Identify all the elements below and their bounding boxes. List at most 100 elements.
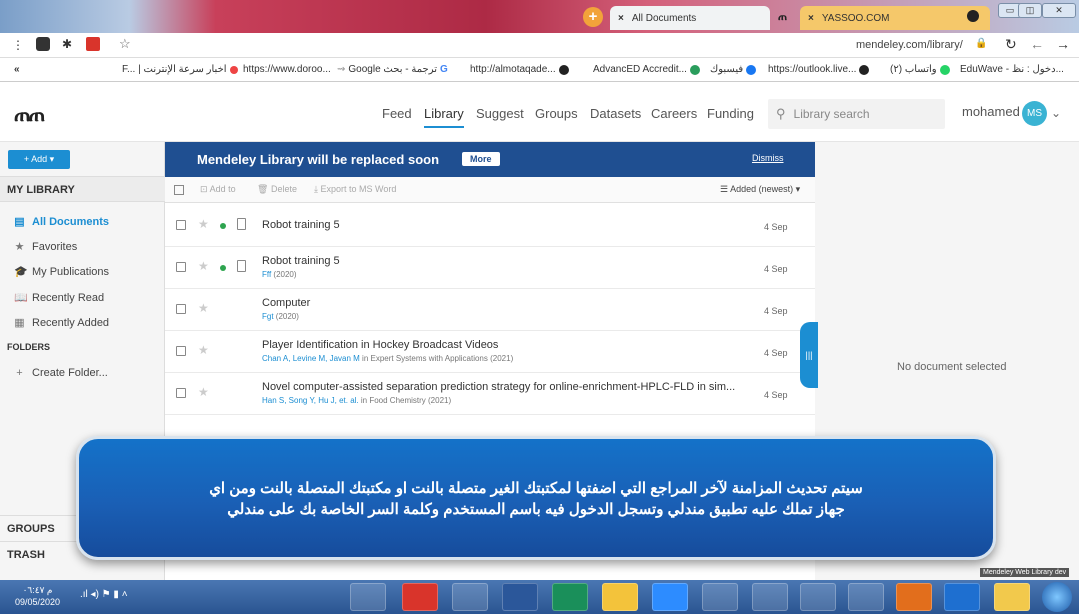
lock-icon[interactable]: 🔒 <box>975 38 987 49</box>
bookmark-item[interactable]: EduWave - دخول : نظ... <box>960 64 1064 75</box>
nav-library[interactable]: Library <box>424 106 464 128</box>
nav-careers[interactable]: Careers <box>651 106 697 121</box>
table-row[interactable]: ★ Robot training 5 Fff (2020) 4 Sep <box>165 247 815 289</box>
tab-yassoo[interactable]: × YASSOO.COM <box>800 6 990 30</box>
document-authors: Chan A, Levine M, Javan M in Expert Syst… <box>262 354 514 363</box>
document-date: 4 Sep <box>764 306 788 316</box>
app-icon[interactable] <box>452 583 488 611</box>
close-tab-icon[interactable]: × <box>808 13 814 24</box>
puzzle-icon[interactable]: ✱ <box>62 37 72 51</box>
file-explorer-icon[interactable] <box>994 583 1030 611</box>
document-date: 4 Sep <box>764 390 788 400</box>
app-header: ጠጠ Feed Library Suggest Groups Datasets … <box>0 82 1079 142</box>
chevron-down-icon[interactable]: ⌄ <box>1051 106 1061 120</box>
bookmark-item[interactable]: (٢) واتساب <box>890 64 950 75</box>
tab-all-documents[interactable]: × All Documents <box>610 6 770 30</box>
dismiss-link[interactable]: Dismiss <box>752 153 784 163</box>
row-checkbox[interactable] <box>176 346 186 356</box>
delete-button[interactable]: 🗑 Delete <box>257 184 297 195</box>
maximize-button[interactable]: ◫ <box>1018 3 1042 18</box>
address-bar: ⋮ ✱ ☆ mendeley.com/library/ 🔒 ↻ ← → <box>0 33 1079 58</box>
close-tab-icon[interactable]: × <box>618 13 624 24</box>
url-text[interactable]: mendeley.com/library/ <box>856 39 963 51</box>
bookmark-star-icon[interactable]: ☆ <box>119 36 131 52</box>
zoom-icon[interactable] <box>652 583 688 611</box>
pane-toggle-handle[interactable]: ||| <box>800 322 818 388</box>
library-search-input[interactable]: ⚲ Library search <box>768 99 945 129</box>
new-tab-button[interactable]: + <box>583 7 603 27</box>
mendeley-extension-icon[interactable] <box>86 37 100 51</box>
bookmark-item[interactable]: http://almotaqade... <box>470 64 569 75</box>
taskbar-clock[interactable]: م ٠٦:٤٧ 09/05/2020 <box>15 584 60 608</box>
back-icon[interactable]: → <box>1056 36 1070 52</box>
chrome-icon <box>859 64 870 75</box>
sidebar-item-my-publications[interactable]: 🎓 My Publications <box>14 265 109 279</box>
sidebar-item-recently-added[interactable]: ▦ Recently Added <box>14 316 109 330</box>
start-button[interactable] <box>1042 582 1072 612</box>
sidebar-item-all-documents[interactable]: ▤ All Documents <box>14 215 109 229</box>
bookmark-item[interactable]: https://outlook.live... <box>768 64 870 75</box>
export-button[interactable]: ⤓ Export to MS Word <box>314 184 396 195</box>
more-button[interactable]: More <box>462 152 500 166</box>
chrome-icon[interactable] <box>602 583 638 611</box>
favorite-star-icon[interactable]: ★ <box>198 343 209 357</box>
row-checkbox[interactable] <box>176 388 186 398</box>
mendeley-logo[interactable]: ጠጠ <box>14 104 45 127</box>
row-checkbox[interactable] <box>176 220 186 230</box>
nav-funding[interactable]: Funding <box>707 106 754 121</box>
edge-icon[interactable] <box>552 583 588 611</box>
bookmark-item[interactable]: https://www.doroo... <box>243 64 331 75</box>
sort-dropdown[interactable]: ☰ Added (newest) ▾ <box>720 184 800 195</box>
favorite-star-icon[interactable]: ★ <box>198 217 209 231</box>
favorite-star-icon[interactable]: ★ <box>198 385 209 399</box>
browser-tab-strip: + × All Documents ጠ × YASSOO.COM ▭ ◫ ✕ <box>0 0 1079 33</box>
forward-icon[interactable]: ← <box>1030 36 1044 52</box>
create-folder-button[interactable]: + Create Folder... <box>14 367 108 379</box>
extension-icon[interactable] <box>36 37 50 51</box>
bookmarks-more[interactable]: « <box>14 64 20 75</box>
table-row[interactable]: ★ Computer Fgt (2020) 4 Sep <box>165 289 815 331</box>
bookmark-item[interactable]: فيسبوك <box>710 64 757 75</box>
favorite-star-icon[interactable]: ★ <box>198 301 209 315</box>
close-window-button[interactable]: ✕ <box>1042 3 1076 18</box>
row-checkbox[interactable] <box>176 262 186 272</box>
row-checkbox[interactable] <box>176 304 186 314</box>
menu-icon[interactable]: ⋮ <box>12 38 24 52</box>
table-row[interactable]: ★ Novel computer-assisted separation pre… <box>165 373 815 415</box>
mendeley-app-icon[interactable] <box>402 583 438 611</box>
my-library-header[interactable]: MY LIBRARY <box>0 176 165 202</box>
nav-feed[interactable]: Feed <box>382 106 412 121</box>
sidebar-item-recently-read[interactable]: 📖 Recently Read <box>14 291 104 305</box>
folders-header: FOLDERS <box>7 342 51 352</box>
table-row[interactable]: ★ Player Identification in Hockey Broadc… <box>165 331 815 373</box>
arrow-icon: ⇝ <box>337 64 346 75</box>
bookmark-item[interactable]: AdvancED Accredit... <box>593 64 700 75</box>
calculator-icon[interactable] <box>848 583 884 611</box>
nav-groups[interactable]: Groups <box>535 106 578 121</box>
mendeley-tab-icon: ጠ <box>778 11 788 23</box>
add-button[interactable]: + Add ▾ <box>8 150 70 169</box>
reload-icon[interactable]: ↻ <box>1005 36 1017 53</box>
internet-explorer-icon[interactable] <box>944 583 980 611</box>
select-all-checkbox[interactable] <box>174 185 184 195</box>
table-row[interactable]: ★ Robot training 5 4 Sep <box>165 205 815 247</box>
bookmark-item[interactable]: F... | اخبار سرعة الإنترنت <box>122 64 238 75</box>
user-name[interactable]: mohamed <box>962 104 1020 119</box>
app-icon[interactable] <box>752 583 788 611</box>
document-icon: ▤ <box>14 216 25 228</box>
add-to-button[interactable]: ⊡ Add to <box>200 184 236 195</box>
word-icon[interactable] <box>502 583 538 611</box>
avatar[interactable]: MS <box>1022 101 1047 126</box>
app-icon[interactable] <box>702 583 738 611</box>
document-icon <box>237 260 246 272</box>
nav-suggest[interactable]: Suggest <box>476 106 524 121</box>
plus-icon: + <box>16 367 23 379</box>
nav-datasets[interactable]: Datasets <box>590 106 641 121</box>
sidebar-item-favorites[interactable]: ★ Favorites <box>14 240 78 254</box>
favorite-star-icon[interactable]: ★ <box>198 259 209 273</box>
bookmark-item[interactable]: ⇝ Google ترجمة - بحث G <box>337 64 448 75</box>
app-icon[interactable] <box>350 583 386 611</box>
system-tray-icons[interactable]: .ıl ◂) ⚑ ▮ ˄ <box>80 589 128 600</box>
app-icon[interactable] <box>800 583 836 611</box>
media-player-icon[interactable] <box>896 583 932 611</box>
